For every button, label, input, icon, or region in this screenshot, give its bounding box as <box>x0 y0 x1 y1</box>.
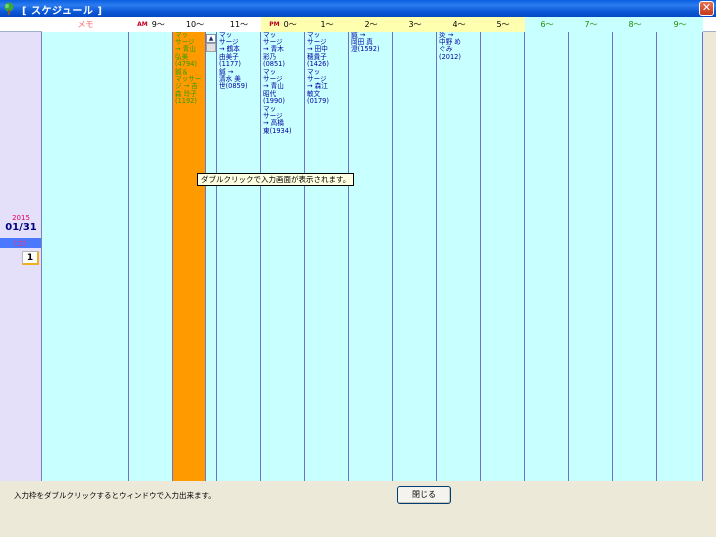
chevron-up-icon: ▲ <box>208 35 214 42</box>
header-hour-7pm: 7〜 <box>569 17 613 32</box>
slot-5pm[interactable] <box>481 32 525 481</box>
appointment-entry[interactable]: マッ サージ → 青山 弘美 (4794) <box>175 32 204 68</box>
scroll-thumb[interactable] <box>206 43 216 52</box>
tree-icon <box>4 2 14 15</box>
slot-11am[interactable]: マッ サージ → 鶴本 由美子 (1177) 鍼 → 清水 美 世(0859) <box>217 32 261 481</box>
time-header: メモ AM 9〜 10〜 11〜 PM 0〜 1〜 2〜 3〜 4〜 5〜 6〜 7… <box>0 17 716 32</box>
header-hour-1pm: 1〜 <box>305 17 349 32</box>
close-button[interactable]: 閉じる <box>397 486 451 504</box>
memo-slot[interactable] <box>42 32 129 481</box>
header-hour-2pm: 2〜 <box>349 17 393 32</box>
header-hour-10am: 10〜 <box>173 17 217 32</box>
date-year: 2015 <box>12 214 30 222</box>
schedule-grid: 2015 01/31 (土) 1 マッ サージ → 青山 弘美 (4794) 鍼… <box>0 32 716 481</box>
appointment-entry[interactable]: 灸 → 中野 め ぐみ (2012) <box>439 32 479 61</box>
slot-8pm[interactable] <box>613 32 657 481</box>
header-hour-4pm: 4〜 <box>437 17 481 32</box>
header-hour-11am: 11〜 <box>217 17 261 32</box>
slot-2pm[interactable]: 鍼 → 岡田 真 澄(1592) <box>349 32 393 481</box>
date-column: 2015 01/31 (土) 1 <box>0 32 42 481</box>
appointment-entry[interactable]: マッ サージ → 鶴本 由美子 (1177) <box>219 32 259 68</box>
date-weekday: (土) <box>0 238 41 248</box>
header-hour-0pm: PM 0〜 <box>261 17 305 32</box>
booking-count[interactable]: 1 <box>22 251 39 265</box>
header-hour-8pm: 8〜 <box>613 17 657 32</box>
appointment-entry[interactable]: マッ サージ → 高橋 東(1934) <box>263 105 303 135</box>
appointment-entry[interactable]: 鍼 → 清水 美 世(0859) <box>219 68 259 91</box>
footer-hint: 入力枠をダブルクリックするとウィンドウで入力出来ます。 <box>14 491 216 500</box>
slot-9am[interactable] <box>129 32 173 481</box>
slot-6pm[interactable] <box>525 32 569 481</box>
header-hour-9pm: 9〜 <box>657 17 703 32</box>
am-label: AM <box>137 21 148 28</box>
scroll-up-button[interactable]: ▲ <box>206 34 216 43</box>
appointment-entry[interactable]: 鍼＆ マッサー ジ → 吉 森 玲子 (1192) <box>175 68 204 105</box>
slot-10am[interactable]: マッ サージ → 青山 弘美 (4794) 鍼＆ マッサー ジ → 吉 森 玲子… <box>173 32 206 481</box>
appointment-entry[interactable]: マッ サージ → 森江 敏文 (0179) <box>307 68 347 105</box>
window-title: [ スケジュール ] <box>22 6 103 17</box>
close-icon: ✕ <box>701 1 712 14</box>
slot-3pm[interactable] <box>393 32 437 481</box>
tooltip: ダブルクリックで入力画面が表示されます。 <box>197 173 355 186</box>
date-day: 01/31 <box>5 222 37 233</box>
header-hour-9am: AM 9〜 <box>129 17 173 32</box>
appointment-entry[interactable]: 鍼 → 岡田 真 澄(1592) <box>351 32 391 54</box>
header-hour-5pm: 5〜 <box>481 17 525 32</box>
slot-9pm[interactable] <box>657 32 703 481</box>
window-close-button[interactable]: ✕ <box>699 1 714 16</box>
header-hour-6pm: 6〜 <box>525 17 569 32</box>
slot-1pm[interactable]: マッ サージ → 田中 穂貴子 (1426) マッ サージ → 森江 敏文 (0… <box>305 32 349 481</box>
appointment-entry[interactable]: マッ サージ → 田中 穂貴子 (1426) <box>307 32 347 68</box>
appointment-entry[interactable]: マッ サージ → 青木 彩乃 (0851) <box>263 32 303 68</box>
slot-7pm[interactable] <box>569 32 613 481</box>
header-memo: メモ <box>42 17 129 32</box>
slot-0pm[interactable]: マッ サージ → 青木 彩乃 (0851) マッ サージ → 青山 昭代 (19… <box>261 32 305 481</box>
slot-4pm[interactable]: 灸 → 中野 め ぐみ (2012) <box>437 32 481 481</box>
pm-label: PM <box>269 21 280 28</box>
appointment-entry[interactable]: マッ サージ → 青山 昭代 (1990) <box>263 68 303 105</box>
title-bar: [ スケジュール ] ✕ <box>0 0 716 17</box>
slot-10am-scroll <box>206 32 217 481</box>
header-hour-3pm: 3〜 <box>393 17 437 32</box>
